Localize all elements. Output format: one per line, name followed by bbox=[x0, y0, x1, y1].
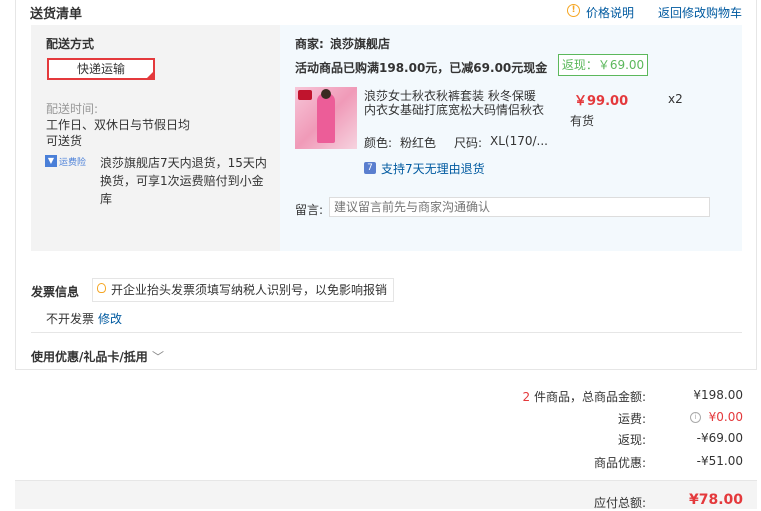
coupon-label: 使用优惠/礼品卡/抵用 bbox=[31, 350, 148, 364]
warning-icon: ! bbox=[567, 4, 580, 17]
info-icon[interactable]: i bbox=[690, 412, 701, 423]
invoice-edit-link[interactable]: 修改 bbox=[98, 310, 122, 327]
invoice-label: 发票信息 bbox=[31, 285, 80, 299]
delivery-time-value: 工作日、双休日与节假日均 bbox=[46, 118, 191, 132]
message-label: 留言: bbox=[295, 203, 324, 217]
stock-status: 有货 bbox=[570, 114, 595, 128]
return-policy-text-2: 换货，可享1次运费赔付到小金 bbox=[100, 174, 264, 188]
express-shipping-button[interactable]: 快递运输 bbox=[47, 58, 155, 80]
size-label: 尺码: bbox=[454, 136, 483, 150]
product-price: ￥99.00 bbox=[574, 94, 629, 109]
return-policy-text-3: 库 bbox=[100, 192, 113, 206]
discount-value: -¥51.00 bbox=[696, 454, 743, 468]
freight-insurance-icon: ▼ bbox=[45, 155, 57, 167]
delivery-time-value-2: 可送货 bbox=[46, 134, 83, 148]
product-quantity: x2 bbox=[668, 92, 683, 106]
freight-value: ¥0.00 bbox=[708, 410, 743, 424]
seven-day-return-icon: 7 bbox=[364, 162, 376, 174]
goods-total-label: 件商品，总商品金额: bbox=[533, 390, 646, 404]
goods-total-value: ¥198.00 bbox=[693, 388, 743, 402]
merchant-label: 商家: bbox=[295, 37, 324, 51]
express-shipping-label: 快递运输 bbox=[76, 62, 125, 76]
shipping-method-label: 配送方式 bbox=[46, 37, 95, 51]
invoice-tip: 开企业抬头发票须填写纳税人识别号，以免影响报销 bbox=[92, 278, 394, 302]
payable-value: ¥78.00 bbox=[688, 492, 743, 508]
payable-label: 应付总额: bbox=[593, 496, 646, 510]
model-figure bbox=[317, 93, 335, 143]
model-head bbox=[321, 89, 331, 99]
delivery-time-label: 配送时间: bbox=[46, 102, 99, 116]
goods-count: 2 bbox=[522, 390, 531, 404]
section-title: 送货清单 bbox=[30, 7, 83, 22]
divider bbox=[31, 332, 742, 333]
size-value: XL(170/... bbox=[490, 134, 548, 148]
selected-corner-icon bbox=[146, 71, 154, 79]
invoice-value: 不开发票 bbox=[46, 312, 95, 326]
lightbulb-icon bbox=[97, 283, 106, 293]
return-policy-text: 浪莎旗舰店7天内退货，15天内 bbox=[100, 156, 267, 170]
chevron-down-icon: ﹀ bbox=[151, 350, 164, 364]
freight-label: 运费: bbox=[617, 412, 646, 426]
rebate-value: -¥69.00 bbox=[696, 431, 743, 445]
promo-text: 活动商品已购满198.00元，已减69.00元现金 bbox=[295, 61, 548, 75]
rebate-label: 返现: bbox=[617, 433, 646, 447]
product-name-2[interactable]: 内衣女基础打底宽松大码情侣秋衣 bbox=[364, 101, 544, 118]
goods-count-row: 2 件商品，总商品金额: bbox=[522, 388, 646, 405]
color-label: 颜色: bbox=[364, 136, 393, 150]
price-note-link[interactable]: 价格说明 bbox=[586, 4, 634, 21]
rebate-badge: 返现：￥69.00 bbox=[558, 54, 648, 76]
brand-logo-icon bbox=[298, 90, 312, 100]
message-input[interactable] bbox=[329, 197, 710, 217]
coupon-toggle[interactable]: 使用优惠/礼品卡/抵用 ﹀ bbox=[31, 348, 164, 365]
product-thumbnail[interactable] bbox=[295, 87, 357, 149]
back-to-cart-link[interactable]: 返回修改购物车 bbox=[658, 4, 742, 21]
freight-insurance-label: 运费险 bbox=[59, 158, 87, 168]
seven-day-return-link[interactable]: 支持7天无理由退货 bbox=[381, 160, 485, 177]
color-value: 粉红色 bbox=[400, 136, 437, 150]
merchant-name[interactable]: 浪莎旗舰店 bbox=[330, 35, 390, 52]
discount-label: 商品优惠: bbox=[593, 456, 646, 470]
